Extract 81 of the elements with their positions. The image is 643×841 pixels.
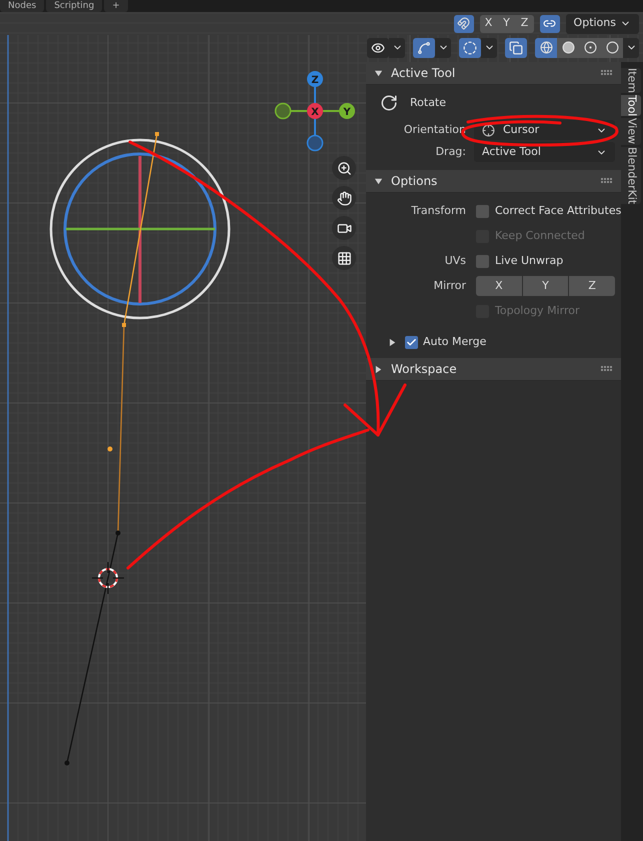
view-toggle[interactable]: [459, 38, 481, 58]
mirror-axis-button[interactable]: X: [476, 276, 522, 296]
field-label: Mirror: [432, 278, 466, 294]
zoom-button[interactable]: [332, 156, 356, 180]
gizmo-axis-line: [314, 119, 316, 135]
workspace-tab[interactable]: Scripting: [46, 0, 102, 12]
options-dropdown[interactable]: Options: [566, 14, 639, 34]
axis-toggle-button[interactable]: X: [480, 14, 498, 32]
sidebar-tab[interactable]: Item: [621, 68, 641, 94]
grip-icon[interactable]: [601, 178, 613, 184]
gizmo-axis-line: [291, 110, 307, 112]
shading-mode-button[interactable]: [535, 38, 557, 58]
panel-title: Active Tool: [391, 65, 456, 82]
field-label: Transform: [410, 202, 466, 219]
axis-label[interactable]: Y: [339, 103, 355, 119]
camera-button[interactable]: [332, 216, 356, 240]
grid-icon: [336, 250, 352, 266]
xray-icon: [509, 40, 523, 54]
tool-name: Rotate: [410, 94, 446, 111]
shading-mode-button[interactable]: [601, 38, 623, 58]
sidebar-tab[interactable]: Tool: [621, 95, 641, 116]
checkbox[interactable]: [476, 254, 489, 268]
gizmo-icon: [417, 40, 431, 54]
expand-triangle-icon[interactable]: [374, 364, 383, 374]
visibility-icon: [371, 40, 385, 54]
mirror-axis-button[interactable]: Z: [569, 276, 616, 296]
view-toggle[interactable]: [505, 38, 527, 58]
panel-title: Workspace: [391, 361, 457, 378]
gizmo-axis-line: [323, 110, 339, 112]
view-toggle[interactable]: [413, 38, 435, 58]
solid-icon: [562, 41, 574, 54]
snap-toggle[interactable]: [454, 14, 474, 32]
gizmo-axis-line: [314, 87, 316, 103]
dropdown-toggle[interactable]: [481, 38, 497, 58]
field-label: UVs: [444, 252, 466, 269]
expand-triangle-icon[interactable]: [388, 338, 397, 346]
dropdown-toggle[interactable]: [623, 38, 639, 58]
option-checkbox[interactable]: Live Unwrap: [476, 252, 564, 270]
mirror-link-toggle[interactable]: [540, 14, 560, 32]
checkbox[interactable]: [476, 204, 489, 218]
pan-button[interactable]: [332, 186, 356, 210]
sidebar-tab[interactable]: View: [621, 118, 641, 145]
grip-icon[interactable]: [601, 70, 613, 76]
dropdown-toggle[interactable]: [389, 38, 405, 58]
hand-icon: [336, 190, 352, 206]
magnet-icon: [457, 17, 470, 30]
expand-triangle-icon[interactable]: [374, 176, 383, 186]
rotate-gizmo-drawing[interactable]: [50, 138, 230, 320]
wireframe-icon: [540, 41, 552, 54]
panel-title: Options: [391, 173, 438, 190]
3d-cursor-icon: [92, 562, 124, 594]
workspace-tab[interactable]: Nodes: [0, 0, 44, 12]
axis-toggle-button[interactable]: Z: [516, 14, 534, 32]
dropdown-toggle[interactable]: [435, 38, 451, 58]
grip-icon[interactable]: [601, 366, 613, 372]
axis-label[interactable]: Z: [307, 71, 323, 87]
view-toggle[interactable]: [367, 38, 389, 58]
rotate-tool-icon: [380, 94, 398, 112]
panel-header[interactable]: Workspace: [366, 358, 621, 381]
auto-merge-label: Auto Merge: [423, 334, 486, 350]
expand-triangle-icon[interactable]: [374, 68, 383, 78]
workspace-tab[interactable]: +: [104, 0, 128, 12]
mirror-axis-button[interactable]: Y: [522, 276, 568, 296]
sidebar-tab[interactable]: BlenderKit: [621, 146, 641, 204]
annotation-arrowhead: [344, 384, 406, 436]
checkbox[interactable]: [405, 336, 418, 348]
option-checkbox[interactable]: Correct Face Attributes: [476, 202, 622, 220]
negative-axis-handle[interactable]: [274, 102, 292, 120]
panel-header[interactable]: Options: [366, 170, 621, 193]
zoom-icon: [336, 160, 352, 176]
field-label: Drag:: [434, 144, 466, 160]
material-icon: [584, 41, 596, 54]
axis-label[interactable]: X: [307, 103, 323, 119]
rendered-icon: [606, 41, 618, 54]
shading-mode-button[interactable]: [557, 38, 579, 58]
cursor-icon: [482, 124, 495, 136]
grid-button[interactable]: [332, 246, 356, 270]
panel-header[interactable]: Active Tool: [366, 62, 621, 85]
axis-toggle-button[interactable]: Y: [498, 14, 516, 32]
overlay-icon: [463, 40, 477, 54]
negative-axis-handle[interactable]: [306, 134, 324, 152]
